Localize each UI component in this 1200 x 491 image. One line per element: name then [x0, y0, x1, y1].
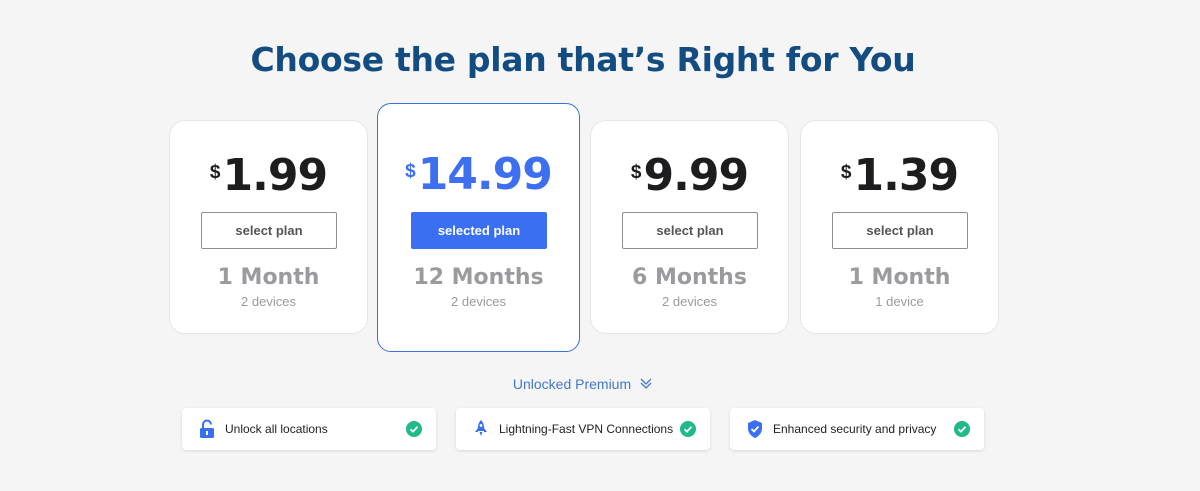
price-amount: 9.99: [643, 150, 750, 201]
unlock-icon: [200, 419, 214, 438]
plan-duration: 12 Months: [413, 265, 544, 290]
feature-label: Enhanced security and privacy: [773, 422, 937, 436]
currency-symbol: $: [630, 162, 642, 183]
chevron-double-down-icon: [640, 378, 652, 389]
price-amount: 14.99: [417, 149, 553, 200]
plan-card-12-months[interactable]: $ 14.99 selected plan 12 Months 2 device…: [377, 103, 580, 352]
check-circle-icon: [954, 421, 970, 437]
plan-card-1-month-1-device[interactable]: $ 1.39 select plan 1 Month 1 device: [800, 120, 999, 334]
feature-label: Unlock all locations: [225, 422, 328, 436]
plan-card-1-month[interactable]: $ 1.99 select plan 1 Month 2 devices: [169, 120, 368, 334]
rocket-icon: [475, 420, 487, 436]
plan-price: $ 1.39: [801, 151, 998, 201]
currency-symbol: $: [840, 162, 852, 183]
check-circle-icon: [680, 421, 696, 437]
plan-devices: 2 devices: [662, 294, 717, 309]
plan-devices: 1 device: [875, 294, 924, 309]
page-title: Choose the plan that’s Right for You: [250, 40, 916, 79]
feature-unlock-locations: Unlock all locations: [182, 408, 436, 450]
select-plan-button[interactable]: select plan: [622, 212, 758, 249]
currency-symbol: $: [209, 162, 221, 183]
selected-plan-button[interactable]: selected plan: [411, 212, 547, 249]
plan-price: $ 9.99: [591, 151, 788, 201]
unlocked-premium-label: Unlocked Premium: [512, 376, 632, 392]
plan-duration: 6 Months: [632, 265, 747, 290]
plan-card-6-months[interactable]: $ 9.99 select plan 6 Months 2 devices: [590, 120, 789, 334]
currency-symbol: $: [405, 161, 416, 182]
plan-duration: 1 Month: [848, 265, 951, 290]
plan-price: $ 1.99: [170, 151, 367, 201]
select-plan-button[interactable]: select plan: [201, 212, 337, 249]
unlocked-premium-toggle[interactable]: Unlocked Premium: [0, 376, 1166, 392]
check-circle-icon: [406, 421, 422, 437]
pricing-page: Choose the plan that’s Right for You $ 1…: [0, 0, 1200, 491]
plan-price: $ 14.99: [378, 150, 579, 200]
shield-check-icon: [748, 420, 762, 438]
price-amount: 1.99: [222, 150, 329, 201]
feature-fast-vpn: Lightning-Fast VPN Connections: [456, 408, 710, 450]
plan-duration: 1 Month: [217, 265, 320, 290]
feature-security-privacy: Enhanced security and privacy: [730, 408, 984, 450]
price-amount: 1.39: [853, 150, 960, 201]
select-plan-button[interactable]: select plan: [832, 212, 968, 249]
feature-label: Lightning-Fast VPN Connections: [499, 422, 674, 436]
plan-devices: 2 devices: [241, 294, 296, 309]
plan-devices: 2 devices: [451, 294, 506, 309]
